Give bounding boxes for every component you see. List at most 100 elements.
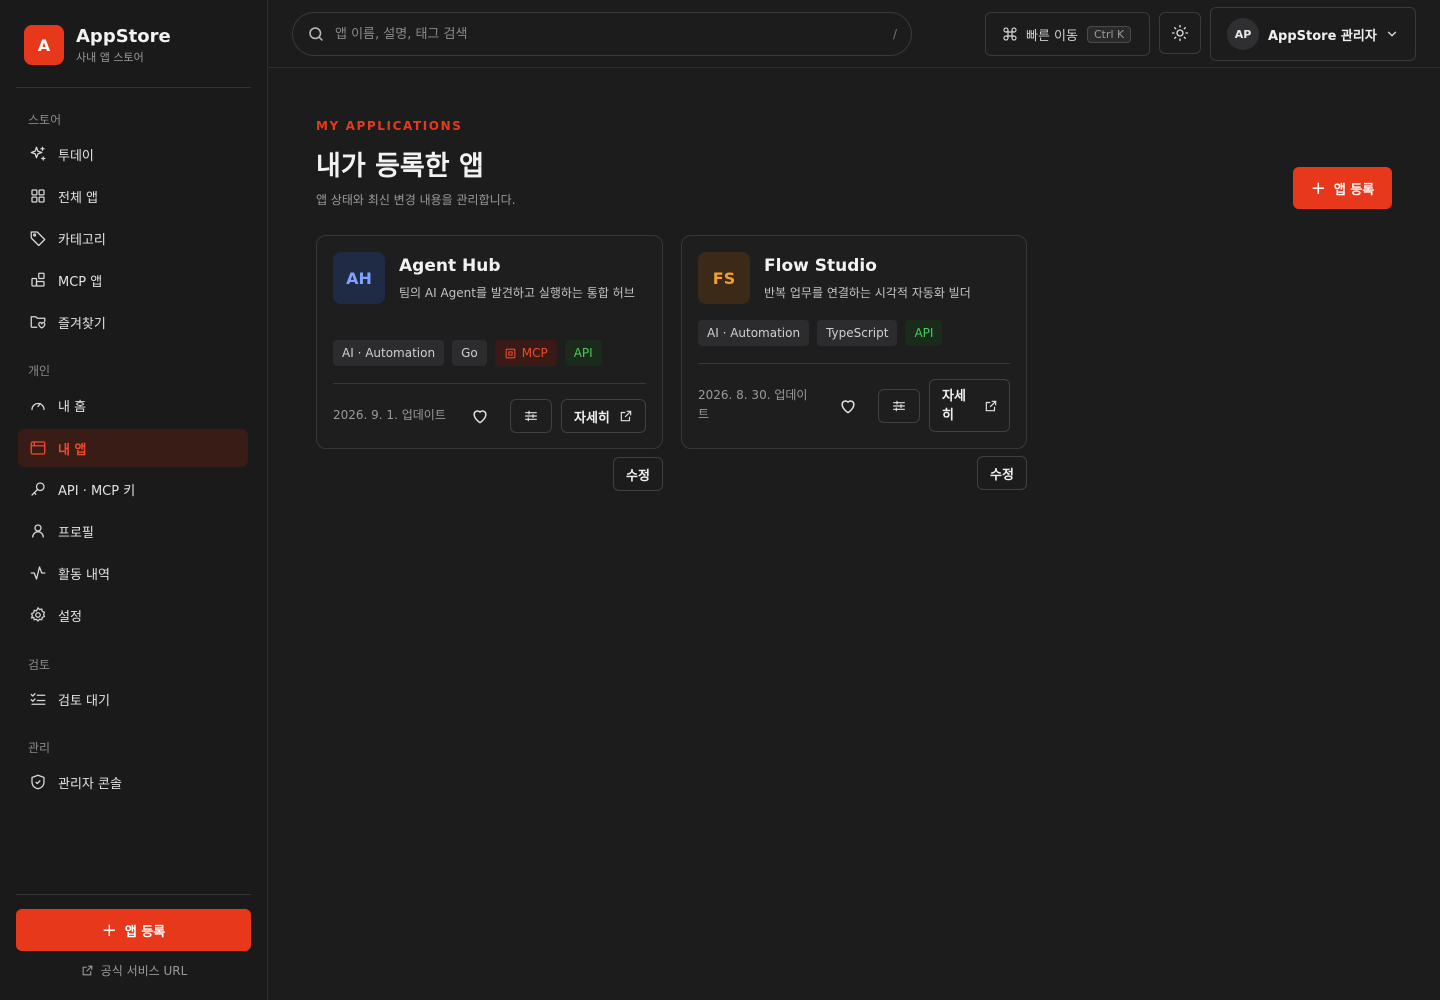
sidebar-item-my-home[interactable]: 내 홈 — [18, 386, 248, 424]
edit-button[interactable]: 수정 — [977, 456, 1027, 490]
section-label-store: 스토어 — [28, 113, 62, 127]
sidebar-item-profile[interactable]: 프로필 — [18, 512, 248, 550]
sidebar-item-all-apps[interactable]: 전체 앱 — [18, 177, 248, 215]
favorite-button[interactable] — [838, 396, 858, 416]
sidebar-item-settings[interactable]: 설정 — [18, 596, 248, 634]
key-icon — [31, 482, 45, 496]
plus-icon: + — [1310, 177, 1326, 199]
brand-logo: A — [24, 25, 64, 65]
sidebar: A AppStore 사내 앱 스토어 스토어 투데이 전체 앱 카테고리 MC… — [0, 0, 268, 1000]
detail-label: 자세히 — [942, 388, 966, 423]
topbar: / 빠른 이동 Ctrl K AP AppStore 관리자 — [268, 0, 1440, 68]
sparkle-icon — [30, 146, 46, 161]
avatar: AP — [1227, 18, 1259, 50]
register-app-label: 앱 등록 — [124, 924, 166, 940]
sidebar-item-today[interactable]: 투데이 — [18, 135, 248, 173]
sun-icon — [1171, 24, 1189, 42]
sidebar-item-label: 투데이 — [58, 148, 94, 164]
brand-name: AppStore — [76, 25, 171, 47]
app-tags: AI · Automation Go MCP API — [333, 340, 610, 366]
detail-label: 자세히 — [574, 410, 610, 426]
tag-api[interactable]: API — [905, 320, 943, 346]
shield-icon — [31, 774, 45, 790]
detail-button[interactable]: 자세히 — [561, 399, 646, 433]
sidebar-register-app-button[interactable]: + 앱 등록 — [16, 909, 251, 951]
edit-button[interactable]: 수정 — [613, 457, 663, 491]
brand-subtitle: 사내 앱 스토어 — [76, 50, 144, 64]
section-label-admin: 관리 — [28, 741, 51, 755]
app-card-flow-studio[interactable]: FS Flow Studio 반복 업무를 연결하는 시각적 자동화 빌더 AI… — [681, 235, 1027, 449]
favorite-button[interactable] — [470, 406, 490, 426]
command-icon — [1003, 27, 1017, 41]
sidebar-item-label: 설정 — [58, 609, 82, 625]
sidebar-item-favorites[interactable]: 즐겨찾기 — [18, 303, 248, 341]
theme-toggle-button[interactable] — [1159, 12, 1201, 54]
sidebar-item-label: 카테고리 — [58, 232, 106, 248]
sidebar-item-admin-console[interactable]: 관리자 콘솔 — [18, 763, 248, 801]
grid-icon — [31, 189, 45, 203]
user-icon — [32, 524, 44, 538]
quick-nav-shortcut: Ctrl K — [1086, 25, 1132, 43]
blocks-icon — [31, 272, 45, 287]
app-card-agent-hub[interactable]: AH Agent Hub 팀의 AI Agent를 발견하고 실행하는 통합 허… — [316, 235, 663, 449]
external-link-icon — [620, 410, 632, 422]
tag-api[interactable]: API — [564, 340, 602, 366]
sidebar-item-review-queue[interactable]: 검토 대기 — [18, 680, 248, 718]
tag-icon — [30, 231, 46, 247]
user-menu-button[interactable]: AP AppStore 관리자 — [1210, 7, 1416, 61]
sidebar-item-mcp-apps[interactable]: MCP 앱 — [18, 261, 248, 299]
app-description: 팀의 AI Agent를 발견하고 실행하는 통합 허브 — [399, 286, 635, 300]
sidebar-item-label: MCP 앱 — [58, 274, 103, 290]
app-description: 반복 업무를 연결하는 시각적 자동화 빌더 — [764, 286, 971, 300]
card-divider — [698, 363, 1010, 364]
tag-language[interactable]: TypeScript — [817, 320, 898, 346]
window-icon — [30, 441, 46, 455]
app-tags: AI · Automation TypeScript API — [698, 320, 950, 346]
page-title: 내가 등록한 앱 — [316, 151, 484, 182]
page-description: 앱 상태와 최신 변경 내용을 관리합니다. — [316, 193, 516, 207]
quick-nav-button[interactable]: 빠른 이동 Ctrl K — [985, 12, 1150, 56]
tag-language[interactable]: Go — [452, 340, 487, 366]
external-link-icon — [985, 400, 997, 411]
activity-icon — [30, 566, 46, 580]
app-updated: 2026. 9. 1. 업데이트 — [333, 408, 446, 422]
sidebar-item-label: 내 홈 — [58, 399, 87, 415]
sidebar-item-label: 활동 내역 — [58, 567, 110, 583]
official-service-url-label: 공식 서비스 URL — [100, 964, 188, 978]
sidebar-item-label: 검토 대기 — [58, 693, 110, 709]
search-icon — [309, 27, 323, 41]
sidebar-item-activity[interactable]: 활동 내역 — [18, 554, 248, 592]
add-app-label: 앱 등록 — [1333, 182, 1375, 198]
gauge-icon — [31, 402, 45, 411]
sidebar-divider — [16, 894, 251, 895]
sliders-icon — [893, 400, 905, 412]
chevron-down-icon — [1387, 31, 1396, 37]
section-label-personal: 개인 — [28, 364, 51, 378]
tag-category[interactable]: AI · Automation — [333, 340, 445, 366]
sidebar-item-my-apps[interactable]: 내 앱 — [18, 429, 248, 467]
card-divider — [333, 383, 646, 384]
manage-button[interactable] — [510, 399, 552, 433]
brand[interactable]: A AppStore 사내 앱 스토어 — [24, 25, 171, 65]
search-box[interactable]: / — [292, 12, 912, 56]
tag-mcp-label: MCP — [521, 346, 548, 360]
add-app-button[interactable]: + 앱 등록 — [1293, 167, 1392, 209]
sidebar-item-label: 내 앱 — [58, 442, 87, 458]
detail-button[interactable]: 자세히 — [929, 379, 1010, 432]
list-check-icon — [30, 693, 46, 705]
app-updated: 2026. 8. 30. 업데이트 — [698, 388, 808, 421]
search-input[interactable] — [335, 26, 875, 42]
gear-icon — [30, 606, 46, 622]
sidebar-item-category[interactable]: 카테고리 — [18, 219, 248, 257]
sidebar-item-label: 관리자 콘솔 — [58, 776, 122, 792]
tag-mcp[interactable]: MCP — [494, 340, 557, 366]
app-name: Flow Studio — [764, 256, 877, 276]
search-shortcut-hint: / — [892, 27, 897, 41]
sidebar-item-api-keys[interactable]: API · MCP 키 — [18, 470, 248, 508]
heart-icon — [473, 410, 487, 424]
tag-category[interactable]: AI · Automation — [698, 320, 810, 346]
manage-button[interactable] — [878, 389, 920, 423]
mcp-icon — [505, 348, 516, 358]
official-service-url-link[interactable]: 공식 서비스 URL — [0, 962, 268, 979]
sidebar-item-label: 즐겨찾기 — [58, 316, 106, 332]
